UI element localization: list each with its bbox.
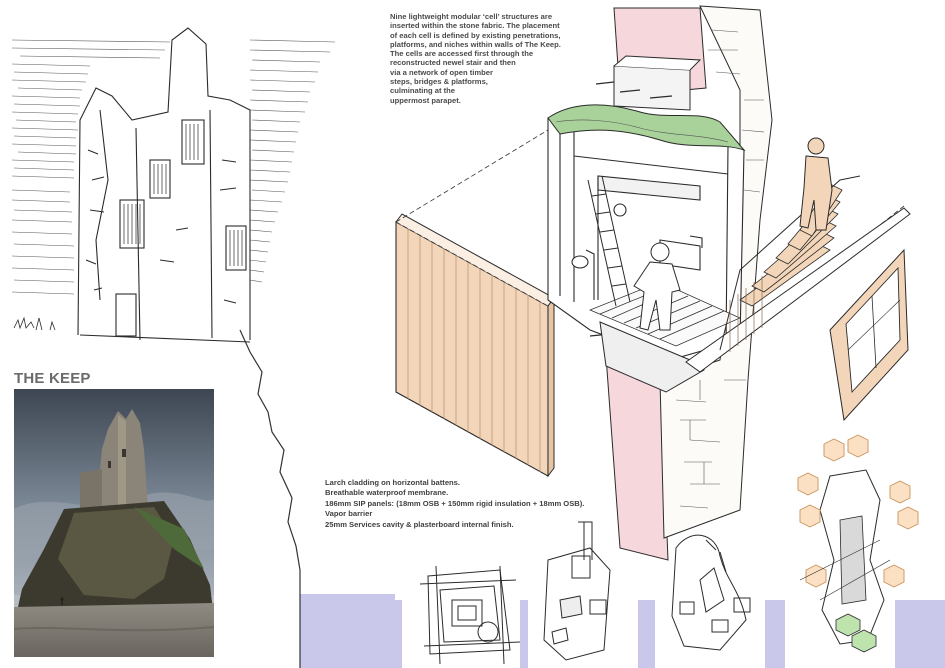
intro-line: Nine lightweight modular ‘cell’ structur… (390, 12, 553, 21)
architecture-board: Nine lightweight modular ‘cell’ structur… (0, 0, 945, 668)
tower-sketch (77, 27, 251, 343)
keep-photo (14, 389, 214, 657)
spec-line: 25mm Services cavity & plasterboard inte… (325, 519, 514, 529)
intro-line: culminating at the (390, 86, 455, 96)
intro-line: of each cell is defined by existing pene… (390, 30, 561, 40)
intro-line: via a network of open timber (390, 67, 493, 77)
tower-panel-hatch (123, 124, 243, 266)
construction-spec: Larch cladding on horizontal battens. Br… (325, 478, 655, 530)
spec-line: Breathable waterproof membrane. (325, 488, 449, 498)
sky-hatching (11, 39, 336, 295)
intro-line: The cells are accessed first through the (390, 49, 534, 59)
board-title: THE KEEP (14, 370, 91, 387)
intro-line: reconstructed newel stair and then (390, 58, 516, 68)
intro-description: Nine lightweight modular ‘cell’ structur… (390, 12, 575, 105)
larch-panel-left (395, 213, 555, 478)
intro-line: uppermost parapet. (390, 95, 461, 105)
larch-panel-right (829, 248, 909, 422)
spec-line: Larch cladding on horizontal battens. (325, 478, 461, 487)
keep-photo-image (14, 389, 214, 657)
intro-line: platforms, and niches within walls of Th… (390, 39, 561, 49)
spec-line: Vapor barrier (325, 509, 373, 519)
spec-line: 186mm SIP panels: (18mm OSB + 150mm rigi… (325, 498, 585, 508)
intro-line: inserted within the stone fabric. The pl… (390, 21, 560, 31)
intro-line: steps, bridges & platforms, (390, 77, 488, 87)
